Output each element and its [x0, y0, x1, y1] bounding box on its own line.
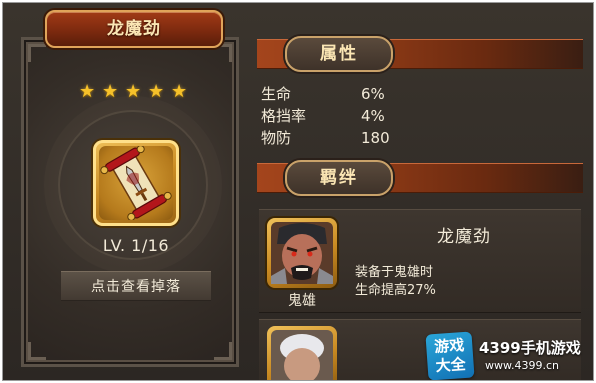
attribute-name: 生命 — [261, 85, 292, 103]
attribute-row: 物防 180 — [261, 127, 461, 149]
attribute-name: 物防 — [261, 129, 292, 147]
scroll-sword-icon — [100, 145, 172, 221]
attribute-value: 180 — [361, 129, 390, 147]
logo-text-bottom: 大全 — [435, 354, 467, 376]
bonds-section-header: 羁绊 — [285, 160, 393, 196]
item-name: 龙魔劲 — [107, 19, 161, 39]
item-title-plate: 龙魔劲 — [45, 10, 223, 48]
item-level: LV. 1/16 — [102, 236, 170, 255]
frame-corner — [28, 342, 46, 360]
item-icon-background — [99, 145, 173, 221]
view-drop-source-button[interactable]: 点击查看掉落 — [61, 271, 211, 301]
item-icon-frame[interactable] — [93, 140, 179, 226]
star-icon: ★ — [79, 81, 96, 102]
watermark-title: 4399手机游戏 — [479, 339, 581, 357]
bonds-section-label: 羁绊 — [320, 168, 358, 188]
watermark: 游戏 大全 4399手机游戏 www.4399.cn — [425, 331, 593, 380]
attribute-row: 生命 6% — [261, 83, 461, 105]
star-rating: ★ ★ ★ ★ ★ — [79, 82, 191, 102]
star-icon: ★ — [171, 81, 188, 102]
bond-title: 龙魔劲 — [437, 227, 491, 247]
star-icon: ★ — [125, 81, 142, 102]
star-icon: ★ — [102, 81, 119, 102]
hero-face-icon — [271, 222, 333, 284]
watermark-url: www.4399.cn — [485, 359, 559, 372]
bond-description-line: 装备于鬼雄时 — [355, 265, 434, 280]
attribute-list: 生命 6% 格挡率 4% 物防 180 — [261, 83, 461, 149]
attribute-name: 格挡率 — [261, 107, 307, 125]
attributes-section-header: 属性 — [285, 36, 393, 72]
hero-portrait[interactable] — [267, 218, 337, 288]
frame-corner — [214, 342, 232, 360]
attribute-value: 4% — [361, 107, 385, 125]
bond-description-line: 生命提高27% — [355, 283, 436, 298]
bond-card[interactable]: 鬼雄 龙魔劲 装备于鬼雄时 生命提高27% — [259, 209, 581, 313]
bond-description: 装备于鬼雄时 生命提高27% — [355, 264, 565, 300]
star-icon: ★ — [148, 81, 165, 102]
site-logo: 游戏 大全 — [425, 331, 475, 380]
logo-text-top: 游戏 — [433, 335, 465, 357]
hero-portrait[interactable] — [267, 326, 337, 380]
hero-name: 鬼雄 — [288, 293, 316, 309]
attribute-row: 格挡率 4% — [261, 105, 461, 127]
hero-face-icon — [271, 330, 333, 380]
frame-corner — [28, 44, 46, 62]
attribute-value: 6% — [361, 85, 385, 103]
attributes-section-label: 属性 — [320, 44, 358, 64]
item-detail-window: 龙魔劲 ★ ★ ★ ★ ★ LV. 1/16 点击查看掉落 属性 生命 6% 格… — [2, 2, 594, 381]
